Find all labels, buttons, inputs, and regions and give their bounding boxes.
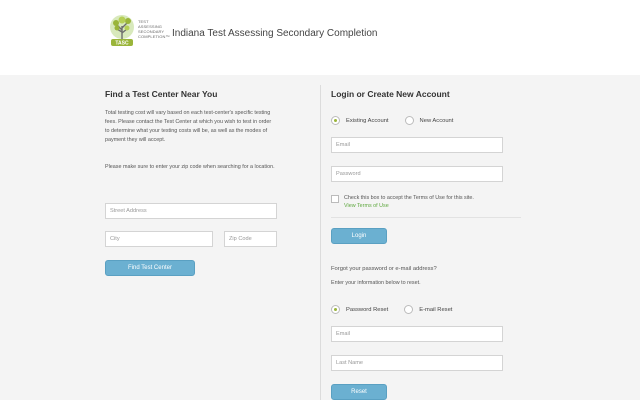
email-reset-radio[interactable] [404,305,414,314]
main-panel: Find a Test Center Near You Total testin… [0,75,640,400]
terms-text: Check this box to accept the Terms of Us… [344,195,474,201]
password-reset-label: Password Reset [346,306,389,313]
logo-badge-text: TASC [115,41,129,47]
zip-code-input[interactable] [224,231,277,247]
login-heading: Login or Create New Account [331,89,450,99]
forgot-password-text: Forgot your password or e-mail address? [331,266,437,272]
reset-email-input[interactable] [331,326,503,342]
login-button[interactable]: Login [331,228,387,244]
existing-account-label: Existing Account [346,117,389,124]
paragraph-line: Total testing cost will vary based on ea… [105,110,271,116]
new-account-radio[interactable] [404,116,414,125]
logo-line: COMPLETION™ [138,34,170,39]
city-input[interactable] [105,231,213,247]
street-address-input[interactable] [105,203,277,219]
logo-wordmark: TEST ASSESSING SECONDARY COMPLETION™ [138,19,170,39]
terms-checkbox[interactable] [331,195,339,203]
login-password-input[interactable] [331,166,503,182]
testing-cost-paragraph: Total testing cost will vary based on ea… [105,109,315,145]
reset-type-radio-group: Password Reset E-mail Reset [331,305,468,314]
last-name-input[interactable] [331,355,503,371]
tasc-logo[interactable]: TASC TEST ASSESSING SECONDARY COMPLETION… [108,14,170,50]
tree-logo-icon: TASC [110,15,134,47]
column-divider [320,85,321,400]
paragraph-line: fees. Please contact the Test Center at … [105,119,272,125]
site-header: TASC TEST ASSESSING SECONDARY COMPLETION… [0,0,640,75]
section-divider [331,217,521,218]
reset-button[interactable]: Reset [331,384,387,400]
site-title: Indiana Test Assessing Secondary Complet… [172,28,378,39]
zip-code-note: Please make sure to enter your zip code … [105,164,275,170]
login-email-input[interactable] [331,137,503,153]
account-type-radio-group: Existing Account New Account [331,116,469,125]
existing-account-radio[interactable] [331,116,340,125]
find-center-heading: Find a Test Center Near You [105,89,218,99]
view-terms-link[interactable]: View Terms of Use [344,203,389,209]
paragraph-line: payment they will accept. [105,137,166,143]
new-account-label: New Account [419,117,454,124]
reset-instructions: Enter your information below to reset. [331,280,421,286]
paragraph-line: to determine what your testing costs wil… [105,128,268,134]
find-test-center-button[interactable]: Find Test Center [105,260,195,276]
email-reset-label: E-mail Reset [419,306,453,313]
password-reset-radio[interactable] [331,305,340,314]
